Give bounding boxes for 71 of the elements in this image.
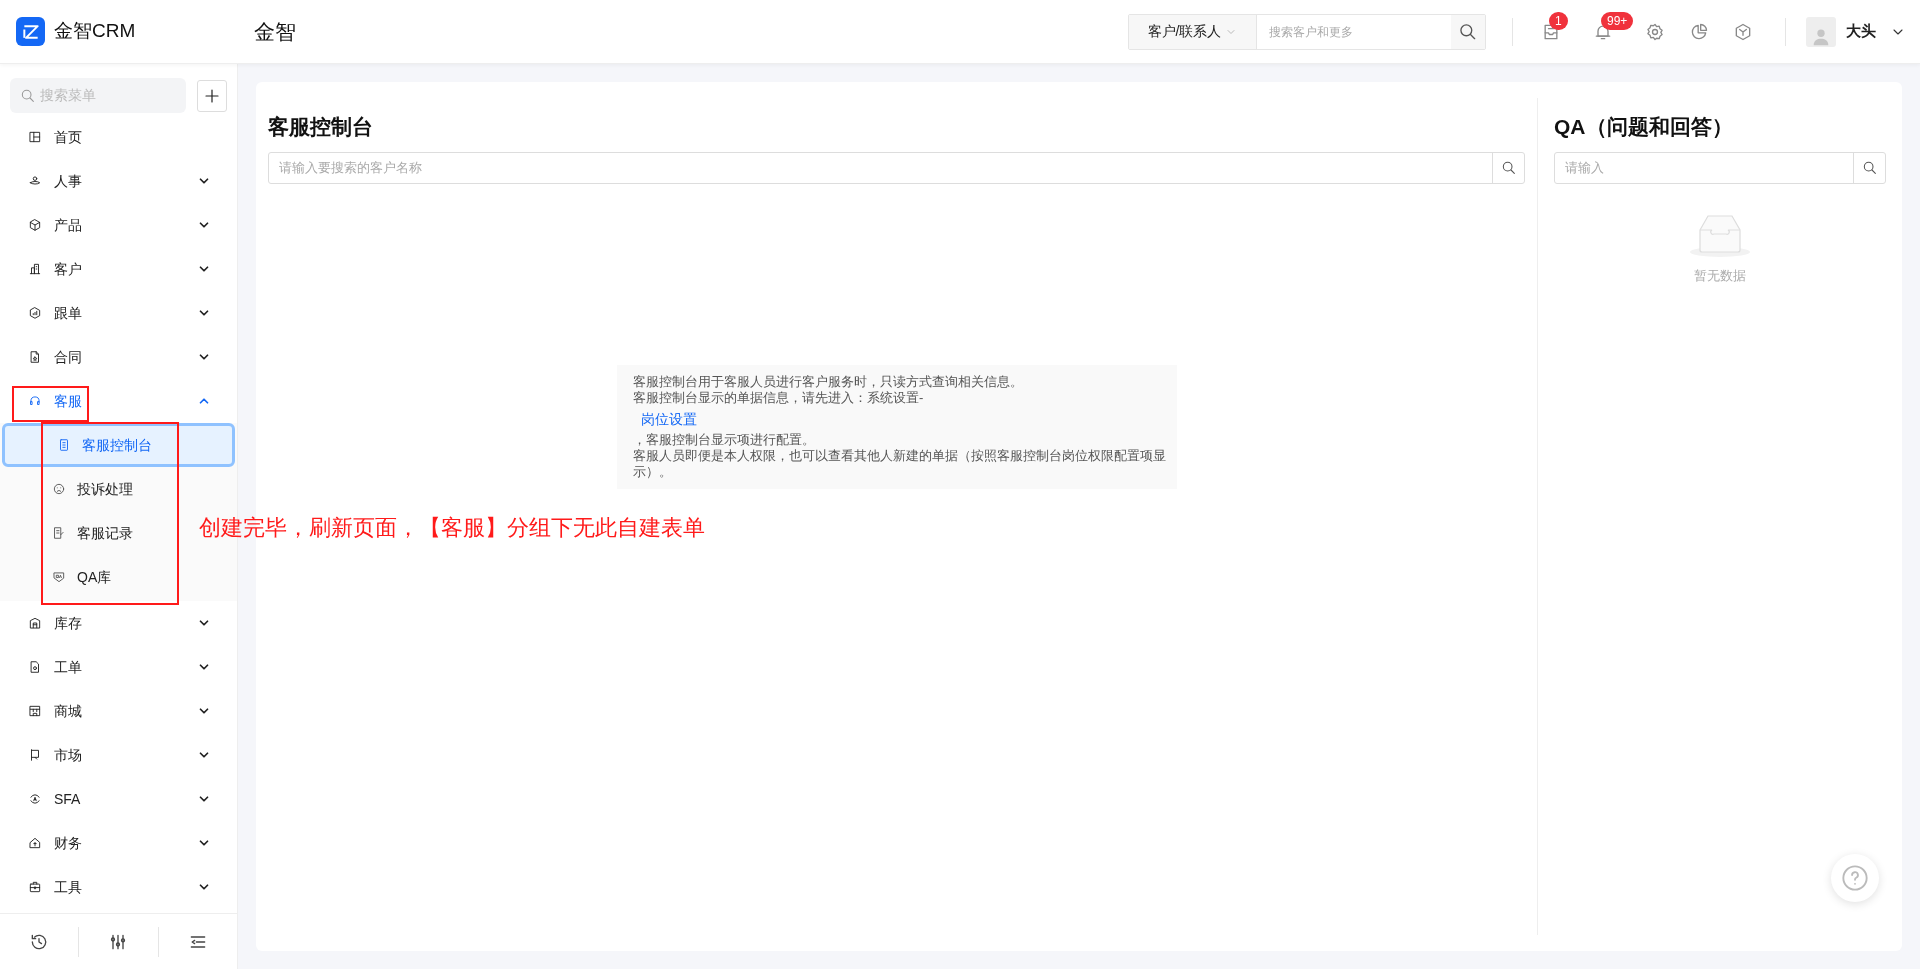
box-icon — [28, 218, 42, 232]
document-star-icon — [28, 350, 42, 364]
people-icon — [28, 174, 42, 188]
menu-item[interactable]: 库存 — [0, 601, 237, 645]
submenu-item[interactable]: 客服记录 — [0, 511, 190, 555]
notifications-button[interactable]: 99+ — [1581, 9, 1633, 54]
add-button[interactable] — [197, 79, 227, 112]
qa-search-field[interactable]: 请输入 — [1554, 152, 1886, 184]
note-pen-icon — [52, 526, 66, 540]
global-search-field[interactable]: 客户/联系人 搜索客户和更多 — [1128, 13, 1486, 50]
building-icon — [28, 262, 42, 276]
submenu-item[interactable]: 投诉处理 — [0, 467, 190, 511]
menu-item[interactable]: 工具 — [0, 865, 237, 909]
inbox-button[interactable]: 1 — [1529, 9, 1581, 54]
menu-item[interactable]: 工单 — [0, 645, 237, 689]
search-icon — [1500, 160, 1517, 176]
store-icon — [28, 704, 42, 718]
count-badge: 99+ — [1601, 11, 1634, 30]
empty-message: 暂无数据 — [1694, 267, 1746, 285]
phone-document-icon — [57, 438, 71, 452]
panel-title: QA（问题和回答） — [1554, 114, 1734, 140]
menu-item[interactable]: 客户 — [0, 247, 237, 291]
document-gear-icon — [28, 660, 42, 674]
hexagon-chart-icon — [28, 306, 42, 320]
info-text: 客服控制台显示的单据信息，请先进入：系统设置- — [633, 390, 925, 406]
pie-chart-icon — [1689, 21, 1709, 42]
company-name: 金智 — [254, 18, 296, 45]
search-scope-dropdown[interactable]: 客户/联系人 — [1129, 14, 1257, 49]
logo-icon — [16, 17, 45, 46]
flag-icon — [28, 748, 42, 762]
search-icon — [1458, 21, 1478, 42]
info-text: 客服控制台用于客服人员进行客户服务时，只读方式查询相关信息。 — [633, 374, 1024, 390]
house-coin-icon — [28, 836, 42, 850]
toolbox-icon — [28, 880, 42, 894]
info-text: 客服人员即便是本人权限，也可以查看其他人新建的单据（按照客服控制台岗位权限配置项显示）。 — [633, 448, 1167, 480]
menu-item[interactable]: 合同 — [0, 335, 237, 379]
qa-shield-icon — [52, 570, 66, 584]
menu-item[interactable]: 商城 — [0, 689, 237, 733]
submenu-item[interactable]: QA库 — [0, 555, 190, 599]
refresh-letter-icon — [28, 792, 42, 806]
menu-item[interactable]: 首页 — [0, 115, 237, 159]
menu-item[interactable]: 市场 — [0, 733, 237, 777]
qa-search-input[interactable]: 请输入 — [1555, 153, 1853, 183]
settings-icon — [1645, 21, 1665, 42]
submenu-item[interactable]: 客服控制台 — [2, 423, 235, 467]
search-icon — [1861, 160, 1878, 176]
avatar-icon[interactable] — [1806, 16, 1836, 47]
settings-link[interactable]: 岗位设置 — [641, 409, 697, 429]
menu-search-input[interactable]: 搜索菜单 — [40, 85, 176, 106]
app-name: 金智CRM — [54, 19, 137, 44]
menu-item[interactable]: 产品 — [0, 203, 237, 247]
sad-face-icon — [52, 482, 66, 496]
search-button[interactable] — [1451, 14, 1485, 49]
empty-tray-icon — [1688, 214, 1752, 258]
question-mark-icon — [1841, 864, 1869, 892]
warehouse-icon — [28, 616, 42, 630]
panel-title: 客服控制台 — [268, 114, 374, 140]
count-badge: 1 — [1549, 11, 1568, 30]
info-text: ，客服控制台显示项进行配置。 — [633, 432, 816, 448]
menu-search-field[interactable]: 搜索菜单 — [10, 78, 186, 113]
menu-item[interactable]: 人事 — [0, 159, 237, 203]
menu-item[interactable]: SFA — [0, 777, 237, 821]
menu-item[interactable]: 客服 — [0, 379, 237, 423]
dashboard-icon — [28, 130, 42, 144]
user-name: 大头 — [1846, 21, 1876, 42]
search-icon — [20, 87, 36, 104]
cube-icon — [1733, 21, 1753, 42]
annotation-text: 创建完毕，刷新页面，【客服】分组下无此自建表单 — [199, 514, 705, 542]
menu-item[interactable]: 跟单 — [0, 291, 237, 335]
menu-item[interactable]: 财务 — [0, 821, 237, 865]
headset-icon — [28, 394, 42, 408]
